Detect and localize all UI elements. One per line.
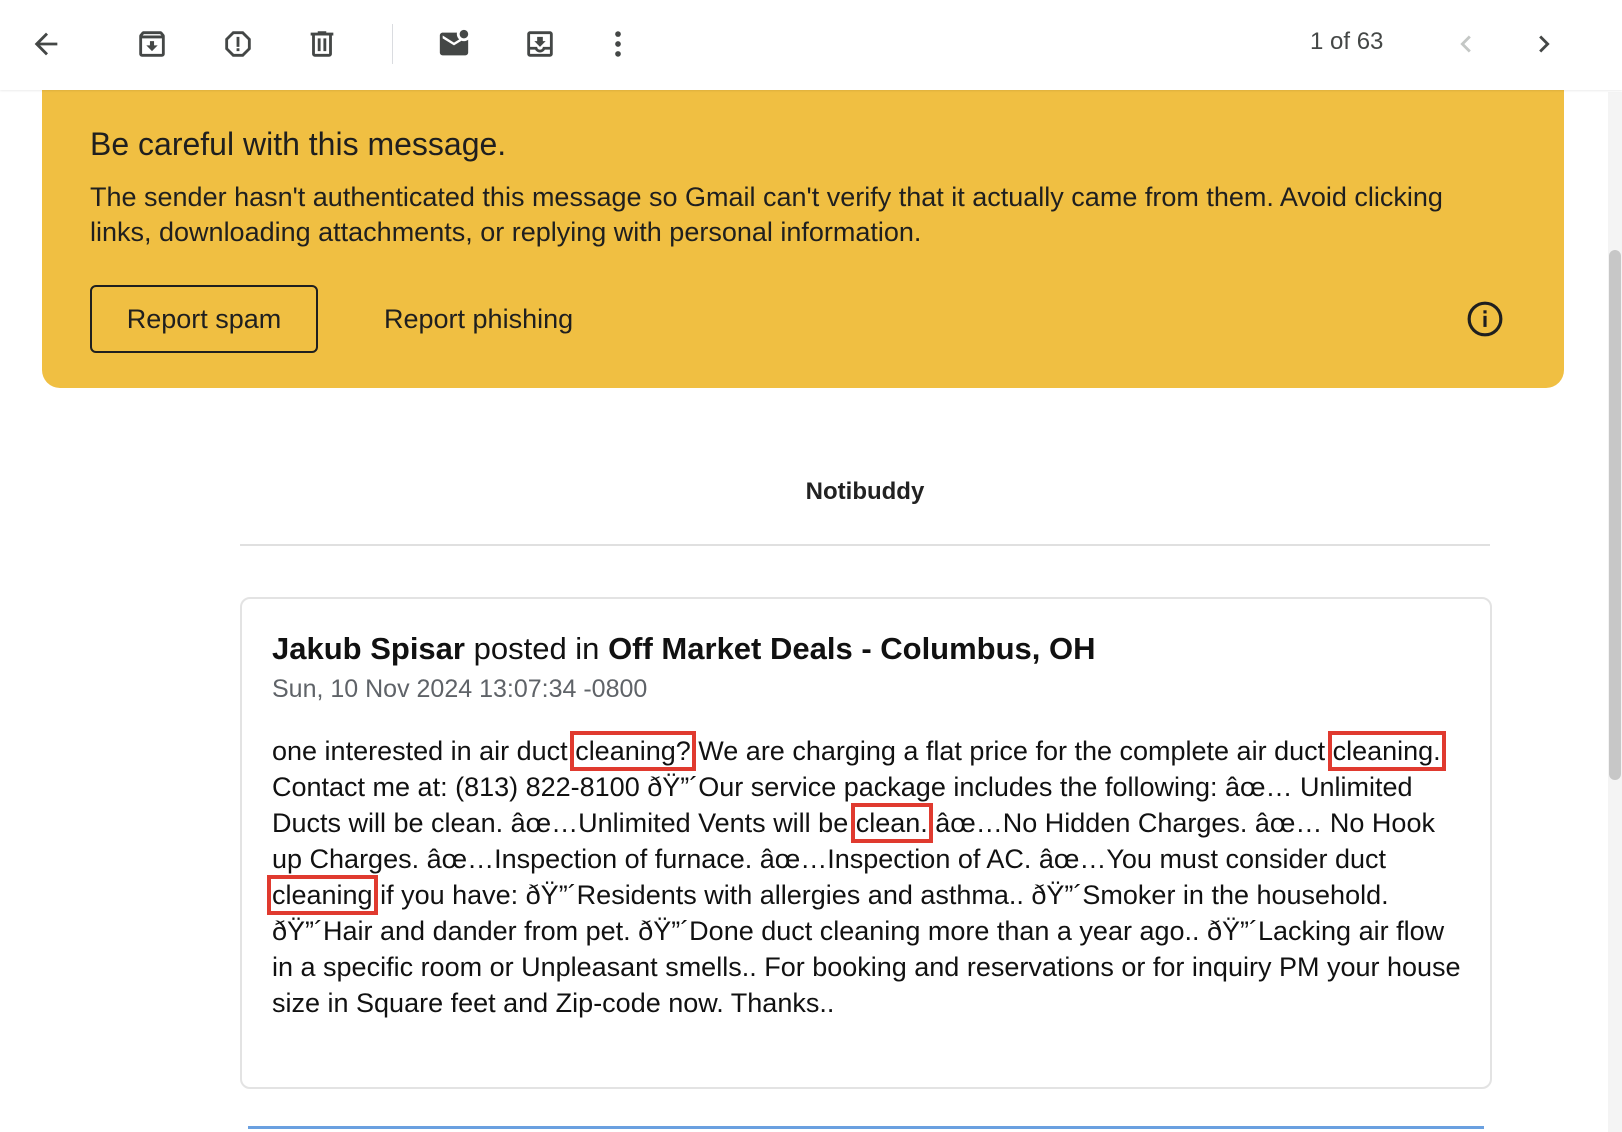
post-group[interactable]: Off Market Deals - Columbus, OH — [608, 631, 1095, 666]
older-button[interactable] — [1518, 18, 1570, 70]
post-heading: Jakub Spisar posted in Off Market Deals … — [272, 631, 1096, 667]
more-vert-icon — [615, 31, 621, 57]
highlighted-word: cleaning. — [1327, 731, 1446, 771]
newer-button[interactable] — [1440, 18, 1492, 70]
trash-icon — [310, 31, 334, 57]
mark-unread-icon — [439, 29, 469, 56]
post-author[interactable]: Jakub Spisar — [272, 631, 465, 666]
mark-unread-button[interactable] — [428, 18, 480, 70]
body-text: We are charging a flat price for the com… — [690, 736, 1333, 766]
chevron-left-icon — [1460, 35, 1471, 53]
toolbar: 1 of 63 — [0, 0, 1622, 90]
body-text: one interested in air duct — [272, 736, 576, 766]
body-text: if you have: ðŸ”´Residents with allergie… — [272, 880, 1461, 1018]
report-phishing-button[interactable]: Report phishing — [384, 285, 573, 353]
warning-title: Be careful with this message. — [90, 126, 507, 162]
delete-button[interactable] — [296, 18, 348, 70]
highlighted-word: cleaning? — [570, 731, 696, 771]
more-options-button[interactable] — [592, 18, 644, 70]
posted-in-label: posted in — [473, 631, 600, 666]
move-to-button[interactable] — [514, 18, 566, 70]
report-spam-button[interactable]: Report spam — [90, 285, 318, 353]
report-spam-toolbar-button[interactable] — [212, 18, 264, 70]
email-sender-header: Notibuddy — [805, 478, 925, 505]
highlighted-word: cleaning — [267, 875, 378, 915]
header-divider — [240, 544, 1490, 546]
post-date: Sun, 10 Nov 2024 13:07:34 -0800 — [272, 675, 648, 703]
move-to-inbox-icon — [527, 31, 553, 57]
arrow-left-icon — [34, 32, 58, 56]
next-section-edge — [248, 1126, 1484, 1129]
toolbar-divider — [392, 24, 393, 64]
post-card: Jakub Spisar posted in Off Market Deals … — [240, 597, 1492, 1089]
highlighted-word: clean. — [850, 803, 933, 843]
scrollbar-thumb[interactable] — [1609, 250, 1621, 780]
page-count: 1 of 63 — [1310, 28, 1384, 55]
info-icon[interactable] — [1466, 300, 1504, 338]
phishing-warning-banner: Be careful with this message. The sender… — [42, 88, 1564, 388]
archive-icon — [139, 31, 165, 57]
back-button[interactable] — [20, 18, 72, 70]
warning-text: The sender hasn't authenticated this mes… — [90, 182, 1443, 247]
report-icon — [225, 31, 251, 57]
post-body: one interested in air duct cleaning? We … — [267, 731, 1467, 1021]
chevron-right-icon — [1539, 35, 1550, 53]
archive-button[interactable] — [126, 18, 178, 70]
